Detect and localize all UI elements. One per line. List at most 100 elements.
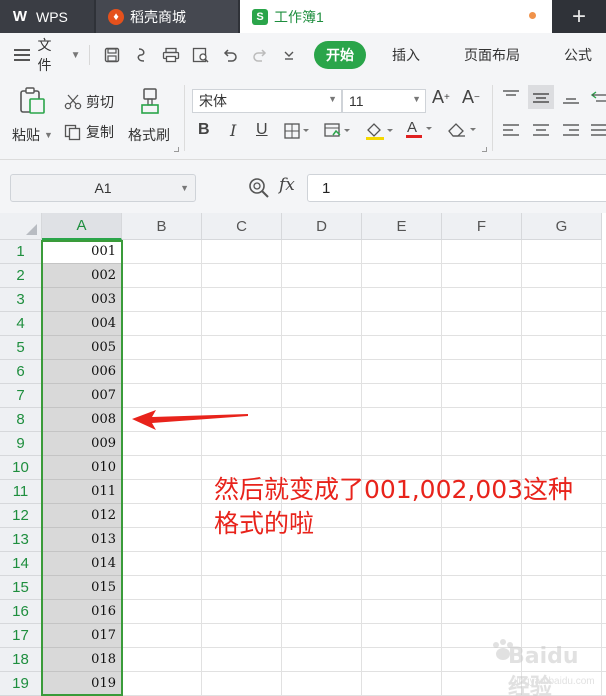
ribbon-divider (184, 85, 185, 151)
column-header-g[interactable]: G (522, 213, 602, 240)
gridline-horizontal (122, 335, 606, 336)
format-painter-button[interactable]: 格式刷 (128, 125, 170, 145)
file-menu-button[interactable]: 文件 ▼ (14, 35, 81, 75)
gridline-vertical (601, 240, 602, 696)
file-menu-label: 文件 (37, 37, 52, 73)
bold-icon[interactable]: B (198, 121, 210, 139)
undo-icon[interactable] (218, 43, 242, 67)
cell-style-icon[interactable] (324, 123, 352, 139)
redo-icon[interactable] (248, 43, 272, 67)
column-header-d[interactable]: D (282, 213, 362, 240)
select-all-corner[interactable] (0, 213, 42, 240)
row-header[interactable]: 12 (0, 504, 42, 528)
row-header[interactable]: 7 (0, 384, 42, 408)
row-header[interactable]: 6 (0, 360, 42, 384)
gridline-horizontal (122, 287, 606, 288)
tab-wps-home[interactable]: W WPS (0, 0, 94, 33)
column-header-e[interactable]: E (362, 213, 442, 240)
font-size-select[interactable]: 11 ▼ (342, 89, 426, 113)
align-middle-icon[interactable] (528, 85, 554, 109)
font-dialog-launcher-icon[interactable] (482, 147, 487, 152)
row-header[interactable]: 10 (0, 456, 42, 480)
gridline-vertical (441, 240, 442, 696)
chevron-down-icon: ▼ (180, 183, 189, 193)
print-icon[interactable] (159, 43, 183, 67)
row-header[interactable]: 2 (0, 264, 42, 288)
borders-icon[interactable] (284, 123, 310, 139)
menu-tab-formulas[interactable]: 公式 (564, 45, 592, 65)
row-header[interactable]: 1 (0, 240, 42, 264)
formula-input[interactable]: 1 (307, 174, 606, 202)
menu-tab-home[interactable]: 开始 (313, 41, 366, 69)
new-tab-button[interactable]: + (552, 0, 606, 33)
annotation-line-2: 格式的啦 (214, 509, 315, 538)
column-header-f[interactable]: F (442, 213, 522, 240)
clipboard-dialog-launcher-icon[interactable] (174, 147, 179, 152)
row-header[interactable]: 8 (0, 408, 42, 432)
row-header[interactable]: 16 (0, 600, 42, 624)
wps-spreadsheet-window: W WPS ♦ 稻壳商城 S 工作簿1 + 文件 ▼ 开始 插入 页面布局 公式… (0, 0, 606, 696)
row-header[interactable]: 15 (0, 576, 42, 600)
align-left-icon[interactable] (502, 123, 520, 139)
italic-icon[interactable]: I (230, 121, 236, 140)
row-header[interactable]: 4 (0, 312, 42, 336)
tab-workbook-label: 工作簿1 (274, 8, 324, 25)
row-header[interactable]: 14 (0, 552, 42, 576)
fill-color-icon[interactable] (364, 121, 394, 141)
chevron-down-icon: ▼ (70, 49, 81, 61)
increase-font-size-icon[interactable]: A + (432, 87, 450, 108)
formula-input-value: 1 (322, 179, 331, 197)
row-header[interactable]: 13 (0, 528, 42, 552)
row-header[interactable]: 17 (0, 624, 42, 648)
save-icon[interactable] (100, 43, 124, 67)
zoom-function-icon[interactable] (248, 177, 270, 204)
column-header-b[interactable]: B (122, 213, 202, 240)
watermark-site: jingyan.baidu.com (514, 676, 595, 687)
selection-outline (41, 240, 123, 696)
format-painter-icon[interactable] (136, 87, 166, 115)
select-all-triangle-icon (26, 224, 37, 235)
column-header-a[interactable]: A (42, 213, 122, 240)
tab-workbook[interactable]: S 工作簿1 (240, 0, 552, 33)
spreadsheet-grid[interactable]: A B C D E F G 1 001 2 002 3 003 4 004 5 005 6 006 7 007 8 008 9… (0, 213, 606, 696)
font-color-icon[interactable]: A (404, 119, 434, 139)
copy-button[interactable]: 复制 (64, 122, 114, 142)
row-header[interactable]: 11 (0, 480, 42, 504)
menu-tab-page-layout[interactable]: 页面布局 (464, 45, 520, 65)
svg-text:A: A (407, 119, 417, 136)
name-box[interactable]: A1 ▼ (10, 174, 196, 202)
paste-button[interactable]: 粘贴 ▼ (12, 125, 53, 145)
row-header[interactable]: 9 (0, 432, 42, 456)
row-header[interactable]: 3 (0, 288, 42, 312)
align-center-icon[interactable] (532, 123, 550, 139)
row-header[interactable]: 18 (0, 648, 42, 672)
tab-wps-label: WPS (36, 8, 68, 25)
menu-divider (88, 45, 90, 65)
insert-function-button[interactable]: fx (279, 175, 295, 195)
menu-tab-insert[interactable]: 插入 (392, 45, 420, 65)
customize-toolbar-icon[interactable] (277, 43, 301, 67)
watermark-brand: Baidu经验 (508, 644, 579, 696)
indent-icon[interactable] (590, 89, 606, 105)
font-size-value: 11 (349, 93, 364, 109)
column-header-c[interactable]: C (202, 213, 282, 240)
font-name-select[interactable]: 宋体 ▼ (192, 89, 342, 113)
red-arrow-annotation (132, 410, 248, 430)
align-bottom-icon[interactable] (562, 89, 580, 105)
gridline-vertical (361, 240, 362, 696)
row-header[interactable]: 19 (0, 672, 42, 696)
print-preview-icon[interactable] (189, 43, 213, 67)
justify-icon[interactable] (590, 123, 606, 139)
align-top-icon[interactable] (502, 89, 520, 105)
font-name-value: 宋体 (199, 93, 227, 109)
clear-format-icon[interactable] (446, 121, 478, 139)
cut-button[interactable]: 剪切 (64, 92, 114, 112)
row-header[interactable]: 5 (0, 336, 42, 360)
hamburger-menu-icon (14, 49, 30, 61)
decrease-font-size-icon[interactable]: A − (462, 87, 480, 108)
tab-docer-store[interactable]: ♦ 稻壳商城 (96, 0, 238, 33)
underline-icon[interactable]: U (256, 121, 268, 139)
export-pdf-icon[interactable] (130, 43, 154, 67)
paste-icon[interactable] (12, 87, 52, 115)
align-right-icon[interactable] (562, 123, 580, 139)
